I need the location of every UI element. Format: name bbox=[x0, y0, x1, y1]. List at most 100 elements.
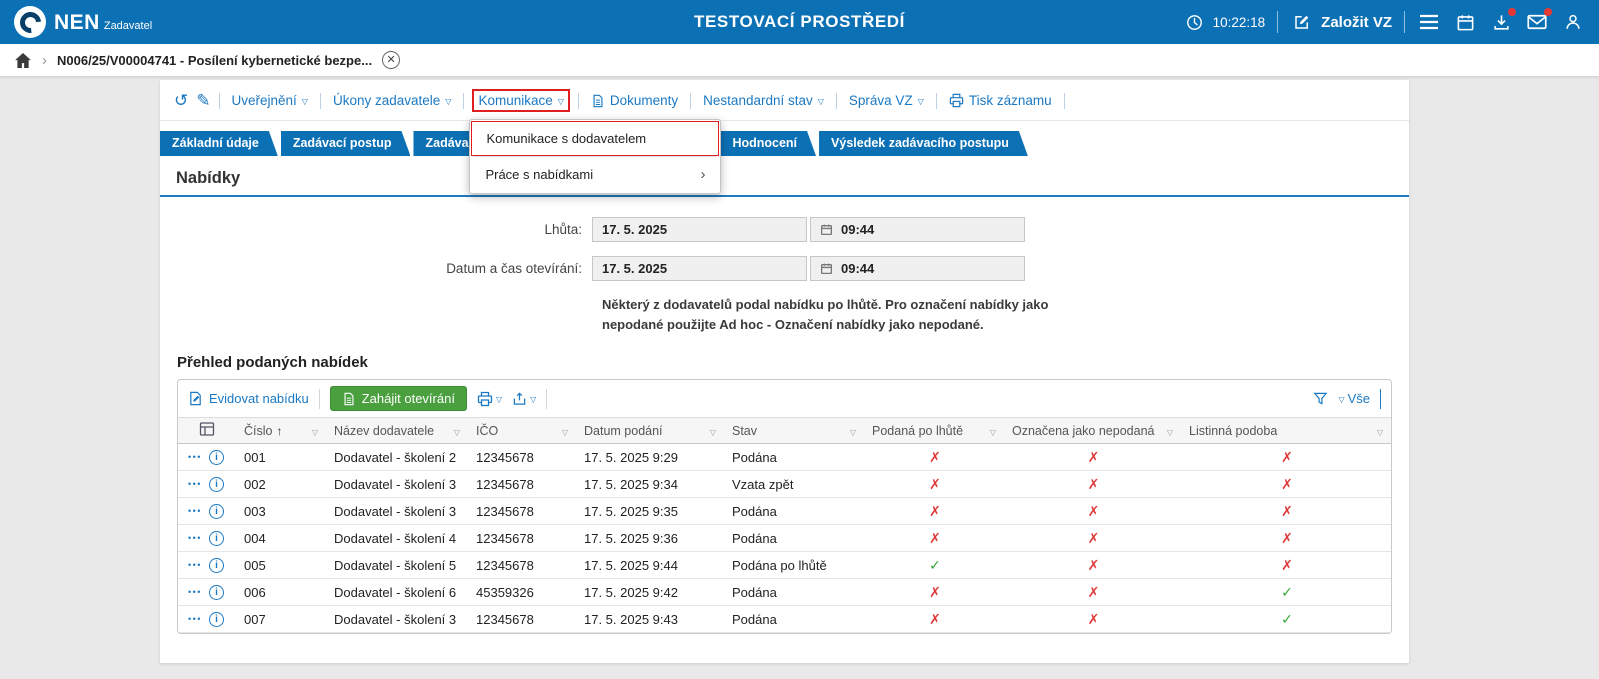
menu-item-0[interactable]: Komunikace s dodavatelem bbox=[471, 121, 719, 156]
view-all-dropdown[interactable]: ▽ Vše bbox=[1338, 391, 1370, 406]
chevron-down-icon: ▽ bbox=[445, 97, 451, 106]
tab-4[interactable]: Hodnocení bbox=[720, 131, 816, 156]
column-header-4[interactable]: ▽Stav bbox=[724, 418, 864, 444]
opening-time-input[interactable]: 09:44 bbox=[810, 256, 1025, 281]
row-menu-icon[interactable]: ••• bbox=[188, 452, 202, 462]
nen-logo-icon bbox=[14, 6, 46, 38]
start-opening-label: Zahájit otevírání bbox=[362, 391, 455, 406]
column-header-5[interactable]: ▽Podaná po lhůtě bbox=[864, 418, 1004, 444]
toolbar-link-4[interactable]: Nestandardní stav▽ bbox=[699, 91, 828, 110]
cell-nepodana: ✗ bbox=[1004, 552, 1181, 579]
toolbar-link-6[interactable]: Tisk záznamu bbox=[945, 91, 1056, 110]
register-offer-button[interactable]: Evidovat nabídku bbox=[188, 391, 309, 406]
deadline-time-input[interactable]: 09:44 bbox=[810, 217, 1025, 242]
row-info-icon[interactable]: i bbox=[209, 504, 224, 519]
toolbar-link-1[interactable]: Úkony zadavatele▽ bbox=[329, 91, 455, 110]
table-row[interactable]: •••i004Dodavatel - školení 41234567817. … bbox=[178, 525, 1391, 552]
cross-icon: ✗ bbox=[929, 476, 941, 492]
row-info-icon[interactable]: i bbox=[209, 531, 224, 546]
table-row[interactable]: •••i005Dodavatel - školení 51234567817. … bbox=[178, 552, 1391, 579]
filter-icon[interactable]: ▽ bbox=[990, 428, 996, 437]
mail-icon[interactable] bbox=[1525, 10, 1549, 34]
row-info-icon[interactable]: i bbox=[209, 477, 224, 492]
toolbar-link-2[interactable]: Komunikace▽Komunikace s dodavatelemPráce… bbox=[472, 89, 569, 112]
row-menu-icon[interactable]: ••• bbox=[188, 479, 202, 489]
row-menu-icon[interactable]: ••• bbox=[188, 614, 202, 624]
cell-cislo: 003 bbox=[236, 498, 326, 525]
filter-icon[interactable]: ▽ bbox=[312, 428, 318, 437]
menu-item-1[interactable]: Práce s nabídkami› bbox=[471, 157, 719, 192]
row-info-icon[interactable]: i bbox=[209, 585, 224, 600]
row-info-icon[interactable]: i bbox=[209, 612, 224, 627]
column-header-label: Datum podání bbox=[584, 424, 663, 438]
create-vz-label: Založit VZ bbox=[1321, 14, 1392, 31]
row-menu-icon[interactable]: ••• bbox=[188, 560, 202, 570]
column-header-2[interactable]: ▽IČO bbox=[468, 418, 576, 444]
breadcrumb-item[interactable]: N006/25/V00004741 - Posílení kybernetick… bbox=[57, 53, 372, 68]
cell-cislo: 006 bbox=[236, 579, 326, 606]
toolbar-link-3[interactable]: Dokumenty bbox=[587, 91, 682, 110]
table-row[interactable]: •••i003Dodavatel - školení 31234567817. … bbox=[178, 498, 1391, 525]
export-button[interactable]: ▽ bbox=[512, 391, 536, 406]
tab-5[interactable]: Výsledek zadávacího postupu bbox=[819, 131, 1028, 156]
edit-pencil-icon[interactable]: ✎ bbox=[196, 92, 210, 109]
filter-icon[interactable]: ▽ bbox=[850, 428, 856, 437]
history-icon[interactable]: ↺ bbox=[174, 92, 188, 109]
server-time-value: 10:22:18 bbox=[1213, 15, 1266, 30]
menu-icon[interactable] bbox=[1417, 10, 1441, 34]
filter-icon[interactable]: ▽ bbox=[1167, 428, 1173, 437]
cross-icon: ✗ bbox=[929, 611, 941, 627]
tab-1[interactable]: Zadávací postup bbox=[281, 131, 411, 156]
tab-0[interactable]: Základní údaje bbox=[160, 131, 278, 156]
column-header-6[interactable]: ▽Označena jako nepodaná bbox=[1004, 418, 1181, 444]
table-row[interactable]: •••i007Dodavatel - školení 31234567817. … bbox=[178, 606, 1391, 633]
cell-cislo: 002 bbox=[236, 471, 326, 498]
column-settings-icon[interactable] bbox=[199, 426, 215, 440]
column-settings-header[interactable] bbox=[178, 418, 236, 444]
table-row[interactable]: •••i006Dodavatel - školení 64535932617. … bbox=[178, 579, 1391, 606]
cell-cislo: 001 bbox=[236, 444, 326, 471]
cell-stav: Podána bbox=[724, 444, 864, 471]
filter-icon[interactable]: ▽ bbox=[562, 428, 568, 437]
calendar-icon[interactable] bbox=[1453, 10, 1477, 34]
cross-icon: ✗ bbox=[929, 503, 941, 519]
column-header-3[interactable]: ▽ Datum podání bbox=[576, 418, 724, 444]
row-info-icon[interactable]: i bbox=[209, 558, 224, 573]
calendar-icon bbox=[820, 223, 833, 236]
row-info-icon[interactable]: i bbox=[209, 450, 224, 465]
cross-icon: ✗ bbox=[1088, 584, 1100, 600]
column-header-1[interactable]: ▽Název dodavatele bbox=[326, 418, 468, 444]
print-button[interactable]: ▽ bbox=[477, 391, 502, 407]
filter-icon[interactable]: ▽ bbox=[1377, 428, 1383, 437]
toolbar-link-5[interactable]: Správa VZ▽ bbox=[845, 91, 928, 110]
cell-datum: 17. 5. 2025 9:42 bbox=[576, 579, 724, 606]
close-record-icon[interactable]: ✕ bbox=[382, 51, 400, 69]
deadline-date-input[interactable]: 17. 5. 2025 bbox=[592, 217, 807, 242]
cell-listinna: ✗ bbox=[1181, 525, 1391, 552]
table-row[interactable]: •••i001Dodavatel - školení 21234567817. … bbox=[178, 444, 1391, 471]
create-vz-button[interactable]: Založit VZ bbox=[1290, 10, 1392, 34]
document-edit-icon bbox=[188, 391, 203, 406]
nen-logo[interactable]: NEN Zadavatel bbox=[14, 6, 152, 38]
cell-nepodana: ✗ bbox=[1004, 579, 1181, 606]
toolbar-link-0[interactable]: Uveřejnění▽ bbox=[228, 91, 312, 110]
deadline-label: Lhůta: bbox=[160, 222, 592, 237]
download-icon[interactable] bbox=[1489, 10, 1513, 34]
export-icon bbox=[512, 391, 527, 406]
filter-icon[interactable]: ▽ bbox=[454, 428, 460, 437]
row-menu-icon[interactable]: ••• bbox=[188, 533, 202, 543]
brand-name: NEN bbox=[54, 12, 100, 33]
home-button[interactable] bbox=[14, 52, 32, 69]
filter-button[interactable] bbox=[1313, 391, 1328, 406]
opening-date-input[interactable]: 17. 5. 2025 bbox=[592, 256, 807, 281]
column-header-0[interactable]: ▽Číslo↑ bbox=[236, 418, 326, 444]
user-icon[interactable] bbox=[1561, 10, 1585, 34]
row-menu-icon[interactable]: ••• bbox=[188, 587, 202, 597]
submenu-chevron-icon: › bbox=[700, 166, 705, 183]
column-header-7[interactable]: ▽Listinná podoba bbox=[1181, 418, 1391, 444]
filter-icon[interactable]: ▽ bbox=[710, 428, 716, 437]
table-row[interactable]: •••i002Dodavatel - školení 31234567817. … bbox=[178, 471, 1391, 498]
cell-dodavatel: Dodavatel - školení 3 bbox=[326, 471, 468, 498]
start-opening-button[interactable]: Zahájit otevírání bbox=[330, 386, 467, 411]
row-menu-icon[interactable]: ••• bbox=[188, 506, 202, 516]
